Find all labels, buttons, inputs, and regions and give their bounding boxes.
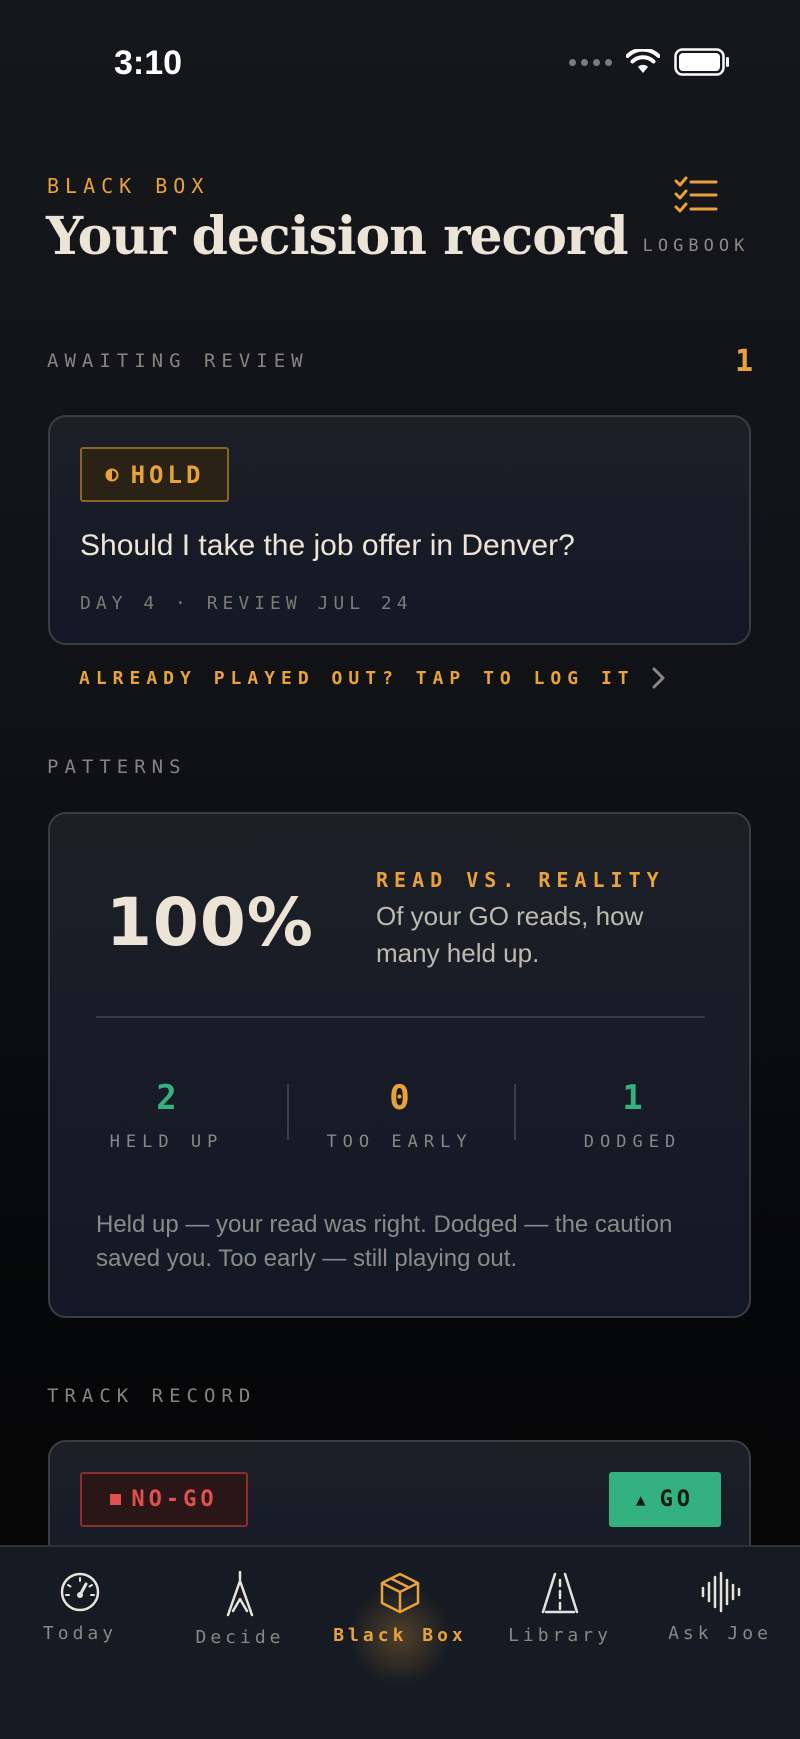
decision-question: Should I take the job offer in Denver? — [80, 529, 575, 562]
tab-today-label: Today — [42, 1623, 118, 1644]
nogo-badge: NO-GO — [80, 1472, 248, 1527]
tab-black-box[interactable]: Black Box — [320, 1571, 480, 1739]
tab-decide[interactable]: Decide — [160, 1571, 320, 1739]
pending-decision-card[interactable]: HOLD Should I take the job offer in Denv… — [48, 415, 751, 645]
tab-ask-joe-label: Ask Joe — [668, 1623, 772, 1644]
stat-separator — [287, 1084, 289, 1140]
read-accuracy-percent: 100% — [106, 884, 314, 961]
square-icon — [110, 1494, 122, 1505]
signal-dots-icon — [569, 58, 612, 66]
patterns-label: PATTERNS — [47, 756, 187, 778]
hold-badge: HOLD — [80, 447, 229, 502]
go-badge-label: GO — [659, 1487, 695, 1512]
tab-today[interactable]: Today — [0, 1571, 160, 1739]
patterns-card: 100% READ VS. REALITY Of your GO reads, … — [48, 812, 751, 1318]
stat-dodged-label: DODGED — [583, 1132, 682, 1152]
patterns-legend: Held up — your read was right. Dodged — … — [96, 1211, 673, 1272]
wifi-icon — [626, 49, 660, 73]
divider — [96, 1016, 705, 1018]
status-icons — [569, 48, 730, 76]
log-outcome-label: ALREADY PLAYED OUT? TAP TO LOG IT — [79, 667, 635, 689]
stat-too-early-value: 0 — [389, 1078, 410, 1118]
tab-bar: Today Decide Black Box Library Ask Joe — [0, 1545, 800, 1739]
awaiting-review-label: AWAITING REVIEW — [47, 350, 309, 372]
outcome-stats: 2 HELD UP 0 TOO EARLY 1 DODGED — [50, 1078, 749, 1152]
go-badge: ▲ GO — [609, 1472, 721, 1527]
stat-separator — [514, 1084, 516, 1140]
compass-icon — [226, 1571, 254, 1617]
tab-ask-joe[interactable]: Ask Joe — [640, 1571, 800, 1739]
triangle-up-icon: ▲ — [635, 1490, 650, 1509]
track-record-label: TRACK RECORD — [47, 1385, 257, 1407]
stat-dodged-value: 1 — [622, 1078, 643, 1118]
half-circle-icon — [105, 468, 119, 481]
stat-held-up: 2 HELD UP — [50, 1078, 283, 1152]
tab-black-box-label: Black Box — [333, 1625, 467, 1646]
checklist-icon — [674, 176, 718, 213]
tab-library[interactable]: Library — [480, 1571, 640, 1739]
stat-dodged: 1 DODGED — [516, 1078, 749, 1152]
log-outcome-link[interactable]: ALREADY PLAYED OUT? TAP TO LOG IT — [79, 666, 667, 690]
hold-badge-label: HOLD — [130, 460, 205, 489]
status-time: 3:10 — [114, 44, 183, 82]
stat-too-early-label: TOO EARLY — [326, 1132, 473, 1152]
section-eyebrow: BLACK BOX — [47, 174, 210, 198]
tab-decide-label: Decide — [195, 1627, 285, 1648]
road-icon — [541, 1572, 579, 1614]
awaiting-count: 1 — [734, 344, 753, 379]
page-title: Your decision record — [46, 206, 629, 267]
battery-icon — [674, 48, 729, 76]
logbook-button[interactable]: LOGBOOK — [636, 176, 756, 256]
waveform-icon — [701, 1571, 741, 1613]
tab-library-label: Library — [508, 1625, 612, 1646]
read-vs-reality-description: Of your GO reads, how many held up. — [376, 901, 644, 968]
stat-held-up-value: 2 — [156, 1078, 177, 1118]
box-icon — [380, 1572, 420, 1614]
chevron-right-icon — [652, 667, 665, 689]
nogo-badge-label: NO-GO — [131, 1487, 218, 1512]
stat-held-up-label: HELD UP — [109, 1132, 224, 1152]
logbook-label: LOGBOOK — [642, 236, 750, 256]
stat-too-early: 0 TOO EARLY — [283, 1078, 516, 1152]
gauge-icon — [60, 1572, 100, 1612]
decision-meta: DAY 4 · REVIEW JUL 24 — [80, 593, 413, 614]
read-vs-reality-label: READ VS. REALITY — [376, 868, 665, 892]
